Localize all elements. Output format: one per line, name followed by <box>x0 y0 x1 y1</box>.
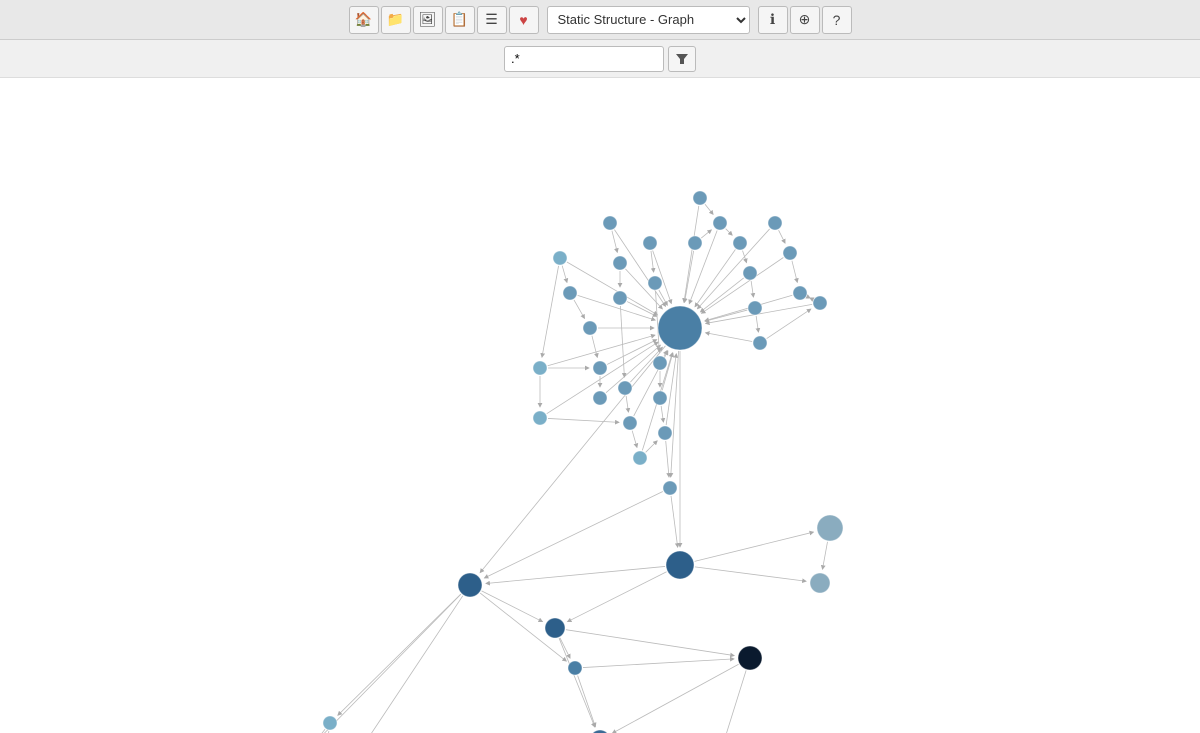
search-input[interactable] <box>504 46 664 72</box>
image-button[interactable]: 🖼 <box>413 6 443 34</box>
graph-area[interactable] <box>0 78 1200 733</box>
folder-button[interactable]: 📁 <box>381 6 411 34</box>
info2-button[interactable]: ⊕ <box>790 6 820 34</box>
clipboard-button[interactable]: 📋 <box>445 6 475 34</box>
graph-svg <box>0 78 1200 733</box>
filter-icon <box>675 52 689 66</box>
list-button[interactable]: ☰ <box>477 6 507 34</box>
info-button[interactable]: ℹ <box>758 6 788 34</box>
toolbar: 🏠 📁 🖼 📋 ☰ ♥ Static Structure - Graph Sta… <box>0 0 1200 40</box>
help-button[interactable]: ? <box>822 6 852 34</box>
home-button[interactable]: 🏠 <box>349 6 379 34</box>
searchbar <box>0 40 1200 78</box>
filter-button[interactable] <box>668 46 696 72</box>
view-mode-select[interactable]: Static Structure - Graph Static Structur… <box>547 6 750 34</box>
heart-button[interactable]: ♥ <box>509 6 539 34</box>
